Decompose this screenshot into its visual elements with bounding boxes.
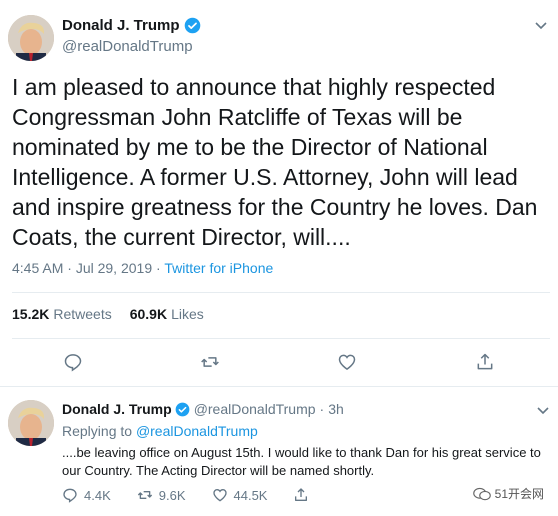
avatar[interactable]: [8, 15, 54, 61]
likes-count: 60.9K: [129, 306, 168, 322]
handle[interactable]: @realDonaldTrump: [194, 401, 316, 417]
retweets-label: Retweets: [53, 306, 112, 322]
display-name[interactable]: Donald J. Trump: [62, 401, 172, 417]
reply-count: 4.4K: [84, 487, 111, 503]
reply-icon: [63, 488, 77, 503]
retweets-count: 15.2K: [12, 306, 50, 322]
chevron-down-icon[interactable]: [536, 403, 550, 420]
retweet-icon: [137, 491, 152, 499]
retweet-count: 9.6K: [158, 487, 186, 503]
replying-mention[interactable]: @realDonaldTrump: [136, 423, 258, 439]
retweet-button[interactable]: 9.6K: [137, 487, 186, 503]
tweet-stats: 15.2K Retweets 60.9K Likes: [12, 306, 222, 322]
tweet-meta: 4:45 AM · Jul 29, 2019 · Twitter for iPh…: [12, 260, 273, 276]
verified-badge-icon: [184, 17, 201, 34]
tweet-age[interactable]: 3h: [328, 401, 344, 417]
main-tweet: Donald J. Trump @realDonaldTrump I am pl…: [0, 0, 558, 386]
likes-label: Likes: [171, 306, 204, 322]
reply-text: ....be leaving office on August 15th. I …: [62, 445, 541, 478]
like-count: 44.5K: [233, 487, 268, 503]
watermark-text: 51开会网: [494, 487, 544, 501]
reply-author-row: Donald J. Trump @realDonaldTrump · 3h: [62, 401, 344, 417]
tweet-source[interactable]: Twitter for iPhone: [164, 260, 273, 276]
divider: [0, 386, 558, 387]
replying-prefix: Replying to: [62, 423, 133, 439]
like-icon[interactable]: [337, 352, 357, 372]
reply-icon[interactable]: [63, 352, 83, 372]
tweet-date[interactable]: Jul 29, 2019: [76, 260, 152, 276]
handle[interactable]: @realDonaldTrump: [62, 38, 201, 55]
share-button[interactable]: [293, 487, 315, 503]
divider: [12, 292, 550, 293]
action-bar: [0, 352, 558, 374]
tweet-text: I am pleased to announce that highly res…: [12, 74, 538, 250]
meta-separator: ·: [67, 260, 72, 276]
retweets-stat[interactable]: 15.2K Retweets: [12, 306, 112, 322]
chevron-down-icon[interactable]: [534, 18, 548, 35]
verified-badge-icon: [175, 402, 190, 417]
watermark: 51开会网: [472, 485, 544, 502]
meta-separator: ·: [319, 401, 325, 417]
like-icon: [212, 488, 227, 502]
replying-to: Replying to @realDonaldTrump: [62, 423, 258, 439]
divider: [12, 338, 550, 339]
author-block: Donald J. Trump @realDonaldTrump: [62, 17, 201, 55]
share-icon: [295, 488, 308, 501]
reply-action-bar: 4.4K 9.6K 44.5K: [62, 487, 341, 503]
retweet-icon[interactable]: [200, 352, 220, 372]
meta-separator: ·: [156, 260, 161, 276]
like-button[interactable]: 44.5K: [212, 487, 268, 503]
reply-button[interactable]: 4.4K: [62, 487, 111, 503]
display-name[interactable]: Donald J. Trump: [62, 17, 180, 34]
share-icon[interactable]: [475, 352, 495, 372]
likes-stat[interactable]: 60.9K Likes: [130, 306, 204, 322]
tweet-time[interactable]: 4:45 AM: [12, 260, 63, 276]
avatar[interactable]: [8, 400, 54, 446]
wechat-icon: [472, 487, 491, 500]
